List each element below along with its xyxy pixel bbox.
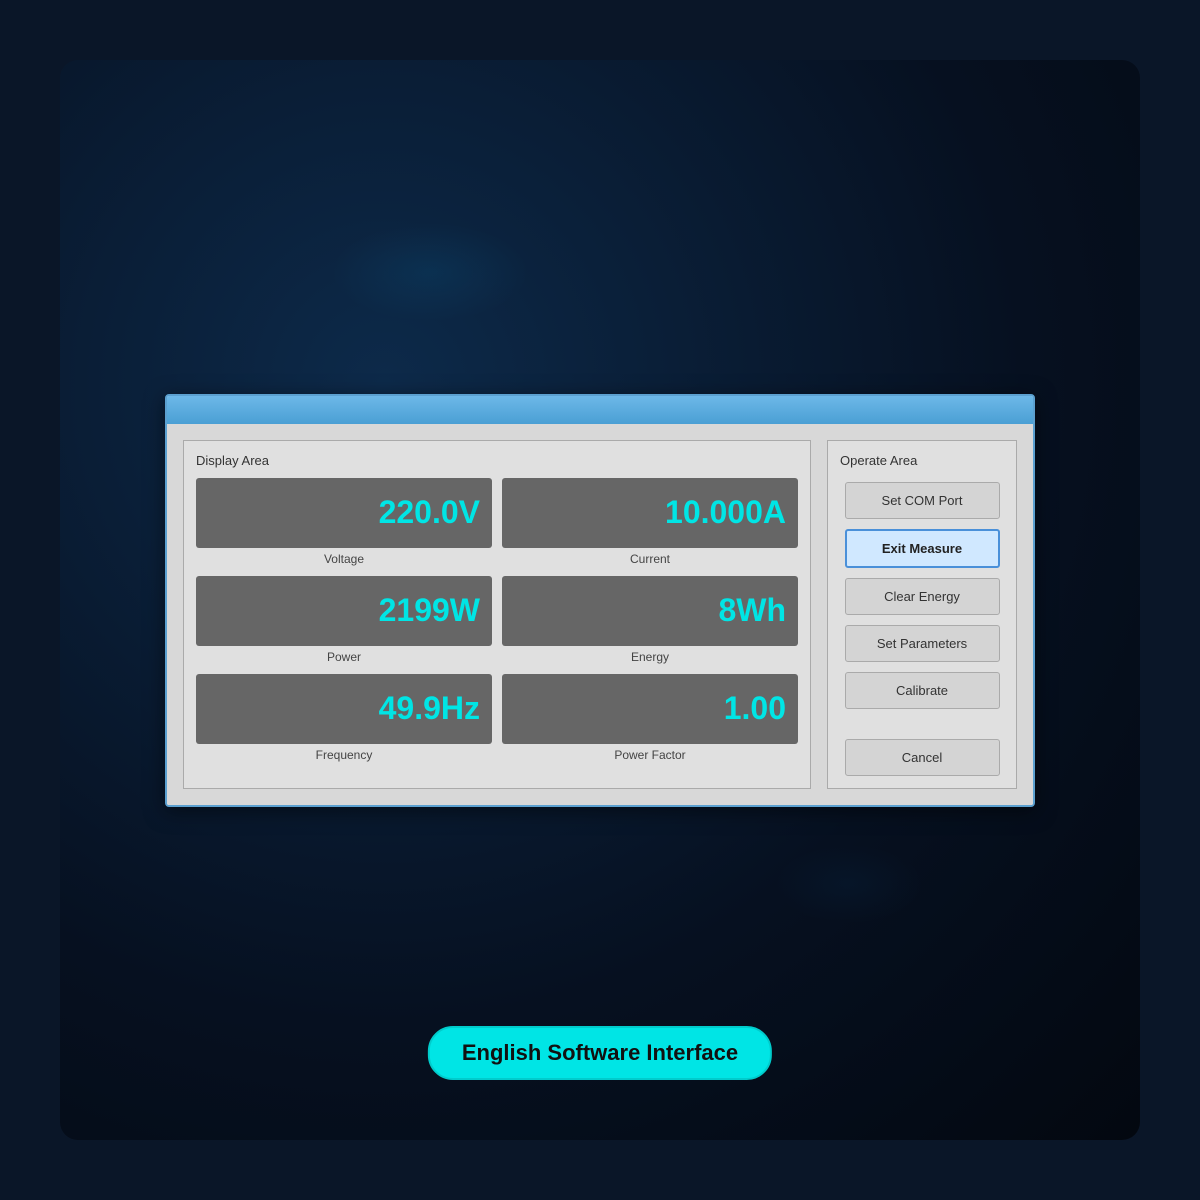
energy-value: 8Wh (718, 592, 786, 629)
current-value: 10.000A (665, 494, 786, 531)
energy-label: Energy (631, 650, 669, 664)
operate-area: Operate Area Set COM Port Exit Measure C… (827, 440, 1017, 789)
power-factor-display: 1.00 (502, 674, 798, 744)
energy-display: 8Wh (502, 576, 798, 646)
clear-energy-button[interactable]: Clear Energy (845, 578, 1000, 615)
metric-group-power-factor: 1.00 Power Factor (502, 674, 798, 762)
metric-group-voltage: 220.0V Voltage (196, 478, 492, 566)
frequency-label: Frequency (316, 748, 373, 762)
operate-area-label: Operate Area (840, 453, 1004, 468)
calibrate-button[interactable]: Calibrate (845, 672, 1000, 709)
set-com-port-button[interactable]: Set COM Port (845, 482, 1000, 519)
power-factor-value: 1.00 (724, 690, 786, 727)
display-area-label: Display Area (196, 453, 798, 468)
metric-group-energy: 8Wh Energy (502, 576, 798, 664)
metrics-grid: 220.0V Voltage 10.000A Current 2199W (196, 478, 798, 762)
button-group: Set COM Port Exit Measure Clear Energy S… (840, 482, 1004, 776)
outer-frame: Display Area 220.0V Voltage 10.000A Curr… (60, 60, 1140, 1140)
metric-group-power: 2199W Power (196, 576, 492, 664)
power-display: 2199W (196, 576, 492, 646)
power-label: Power (327, 650, 361, 664)
current-display: 10.000A (502, 478, 798, 548)
metric-group-frequency: 49.9Hz Frequency (196, 674, 492, 762)
voltage-label: Voltage (324, 552, 364, 566)
voltage-display: 220.0V (196, 478, 492, 548)
power-value: 2199W (379, 592, 480, 629)
display-area: Display Area 220.0V Voltage 10.000A Curr… (183, 440, 811, 789)
voltage-value: 220.0V (379, 494, 480, 531)
app-window: Display Area 220.0V Voltage 10.000A Curr… (165, 394, 1035, 807)
frequency-display: 49.9Hz (196, 674, 492, 744)
english-label: English Software Interface (428, 1026, 772, 1080)
frequency-value: 49.9Hz (379, 690, 480, 727)
set-parameters-button[interactable]: Set Parameters (845, 625, 1000, 662)
exit-measure-button[interactable]: Exit Measure (845, 529, 1000, 568)
window-content: Display Area 220.0V Voltage 10.000A Curr… (167, 424, 1033, 805)
cancel-button[interactable]: Cancel (845, 739, 1000, 776)
metric-group-current: 10.000A Current (502, 478, 798, 566)
current-label: Current (630, 552, 670, 566)
bottom-label-container: English Software Interface (428, 1026, 772, 1080)
title-bar (167, 396, 1033, 424)
power-factor-label: Power Factor (614, 748, 685, 762)
